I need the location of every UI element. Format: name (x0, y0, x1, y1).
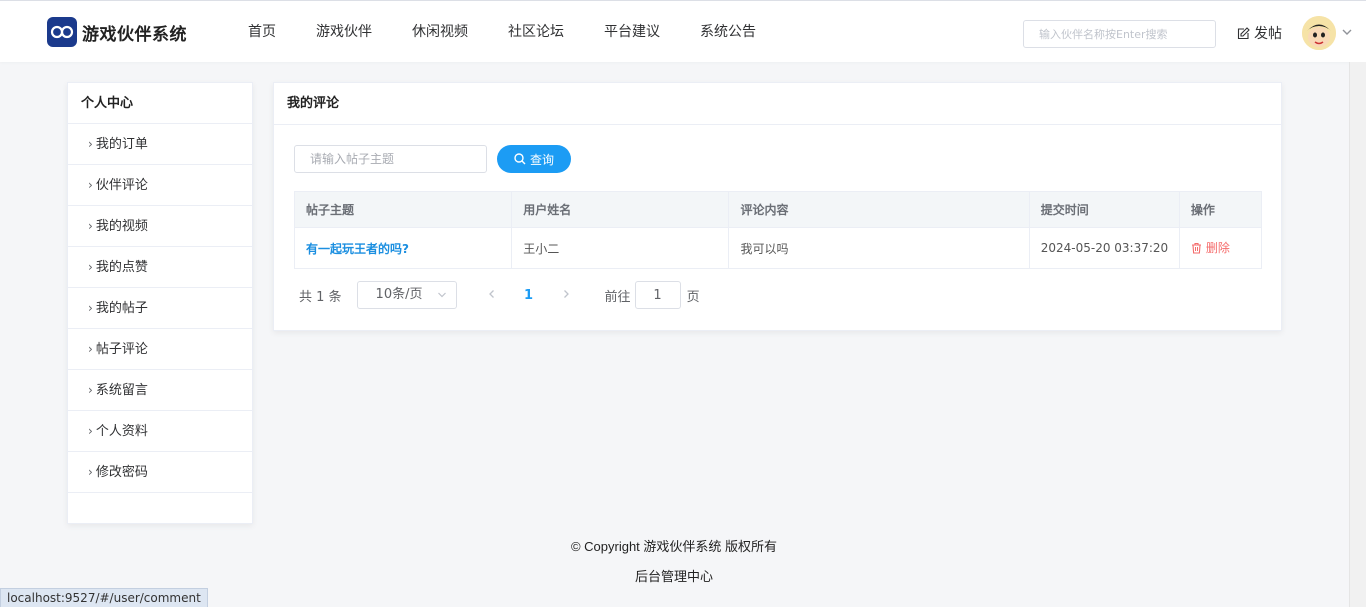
column-header: 操作 (1179, 191, 1263, 228)
next-page-button[interactable] (551, 288, 581, 303)
sidebar-item-label: 我的帖子 (95, 300, 148, 316)
sidebar-item-messages[interactable]: › 系统留言 (68, 370, 252, 411)
nav-forum[interactable]: 社区论坛 (488, 1, 584, 63)
nav-videos[interactable]: 休闲视频 (392, 1, 488, 63)
sidebar-item-post-comments[interactable]: › 帖子评论 (68, 329, 252, 370)
sidebar-item-label: 个人资料 (95, 423, 148, 439)
user-center-sidebar: 个人中心 › 我的订单 › 伙伴评论 › 我的视频 › 我的点赞 › 我的帖子 › 帖子评论… (67, 82, 253, 524)
column-header: 用户姓名 (511, 191, 730, 228)
chevron-right-icon: › (88, 136, 93, 151)
sidebar-item-label: 我的视频 (95, 218, 148, 234)
chevron-right-icon: › (88, 259, 93, 274)
sidebar-item-label: 修改密码 (95, 464, 148, 480)
query-button-label: 查询 (529, 152, 554, 167)
chevron-right-icon: › (88, 177, 93, 192)
chevron-right-icon: › (88, 382, 93, 397)
table-row: 有一起玩王者的吗? 王小二 我可以吗 2024-05-20 03:37:20 删… (294, 227, 1263, 269)
column-header: 提交时间 (1029, 191, 1180, 228)
admin-center-link[interactable]: 后台管理中心 (0, 566, 1348, 585)
pagination-total: 共 1 条 (299, 289, 342, 305)
sidebar-item-posts[interactable]: › 我的帖子 (68, 288, 252, 329)
sidebar-item-partner-comments[interactable]: › 伙伴评论 (68, 165, 252, 206)
logo-icon (47, 17, 77, 47)
sidebar-title: 个人中心 (68, 83, 252, 124)
sidebar-item-label: 系统留言 (95, 382, 148, 398)
sidebar-item-label: 伙伴评论 (95, 177, 148, 193)
submit-time-cell: 2024-05-20 03:37:20 (1029, 227, 1180, 269)
chevron-right-icon: › (88, 464, 93, 479)
search-icon (514, 153, 526, 165)
nav-game-partner[interactable]: 游戏伙伴 (296, 1, 392, 63)
user-name-cell: 王小二 (511, 227, 730, 269)
column-header: 评论内容 (728, 191, 1030, 228)
logo-text: 游戏伙伴系统 (82, 24, 187, 45)
sidebar-item-likes[interactable]: › 我的点赞 (68, 247, 252, 288)
status-bar-url: localhost:9527/#/user/comment (0, 588, 208, 607)
chevron-right-icon (563, 289, 569, 298)
nav-announcements[interactable]: 系统公告 (680, 1, 776, 63)
page-size-value: 10条/页 (375, 287, 423, 302)
trash-icon (1191, 242, 1201, 254)
page-size-select[interactable]: 10条/页 (356, 281, 457, 309)
chevron-right-icon: › (88, 218, 93, 233)
chevron-right-icon: › (88, 423, 93, 438)
sidebar-item-change-password[interactable]: › 修改密码 (68, 452, 252, 493)
sidebar-item-orders[interactable]: › 我的订单 (68, 124, 252, 165)
my-comments-card: 我的评论 查询 帖子主题 用户姓名 评论内容 提交时间 操作 有一起玩王者的吗?… (273, 82, 1282, 331)
goto-label: 前往 (604, 289, 631, 305)
chevron-down-icon (437, 282, 447, 318)
comment-content-cell: 我可以吗 (728, 227, 1030, 269)
pagination: 共 1 条 10条/页 1 前往 页 (299, 281, 700, 309)
nav-suggestions[interactable]: 平台建议 (584, 1, 680, 63)
partner-search-input[interactable] (1023, 20, 1216, 48)
table-header-row: 帖子主题 用户姓名 评论内容 提交时间 操作 (294, 191, 1263, 228)
column-header: 帖子主题 (294, 191, 513, 228)
goto-page-input[interactable] (634, 281, 681, 309)
sidebar-item-profile[interactable]: › 个人资料 (68, 411, 252, 452)
page-number[interactable]: 1 (514, 288, 544, 303)
topic-filter-input[interactable] (294, 145, 487, 173)
delete-button-label: 删除 (1205, 241, 1230, 256)
post-button[interactable]: 发帖 (1237, 22, 1282, 44)
nav-home[interactable]: 首页 (228, 1, 296, 63)
sidebar-item-label: 帖子评论 (95, 341, 148, 357)
sidebar-item-label: 我的点赞 (95, 259, 148, 275)
sidebar-item-videos[interactable]: › 我的视频 (68, 206, 252, 247)
top-navbar: 游戏伙伴系统 首页 游戏伙伴 休闲视频 社区论坛 平台建议 系统公告 发帖 (0, 0, 1366, 62)
chevron-right-icon: › (88, 300, 93, 315)
logo[interactable]: 游戏伙伴系统 (47, 17, 187, 47)
prev-page-button[interactable] (477, 288, 507, 303)
chevron-left-icon (488, 289, 494, 298)
comments-table: 帖子主题 用户姓名 评论内容 提交时间 操作 有一起玩王者的吗? 王小二 我可以… (294, 191, 1263, 269)
page-scrollbar[interactable] (1349, 62, 1366, 607)
footer-copyright: © Copyright 游戏伙伴系统 版权所有 (570, 539, 778, 554)
query-button[interactable]: 查询 (497, 145, 571, 173)
avatar[interactable] (1302, 16, 1336, 50)
delete-button[interactable]: 删除 (1191, 239, 1230, 256)
post-button-label: 发帖 (1254, 26, 1282, 42)
edit-icon (1237, 26, 1250, 39)
post-topic-link[interactable]: 有一起玩王者的吗? (306, 242, 409, 256)
chevron-right-icon: › (88, 341, 93, 356)
main-nav: 首页 游戏伙伴 休闲视频 社区论坛 平台建议 系统公告 (228, 1, 776, 63)
goto-suffix: 页 (686, 289, 700, 305)
sidebar-item-label: 我的订单 (95, 136, 148, 152)
chevron-down-icon[interactable] (1341, 26, 1353, 38)
page-title: 我的评论 (274, 83, 1281, 125)
